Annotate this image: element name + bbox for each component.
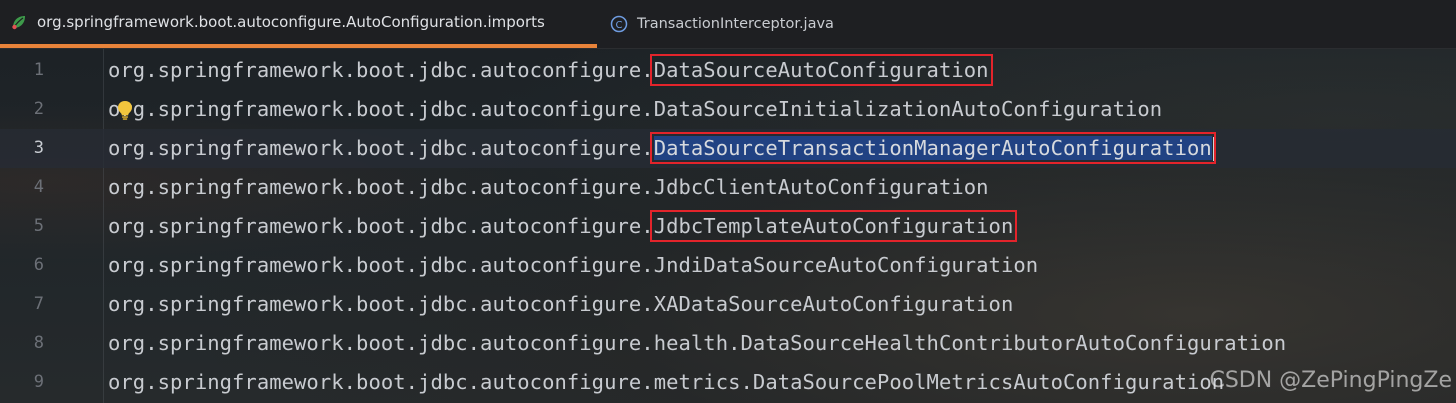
line-number: 3: [33, 138, 44, 158]
package-prefix: org.springframework.boot.jdbc.autoconfig…: [108, 214, 654, 238]
line-number: 7: [33, 294, 44, 314]
tab-label: TransactionInterceptor.java: [637, 16, 834, 32]
selected-class-name: DataSourceTransactionManagerAutoConfigur…: [649, 132, 1216, 164]
class-name: XADataSourceAutoConfiguration: [653, 292, 1014, 316]
lightbulb-icon[interactable]: [115, 99, 135, 121]
code-line[interactable]: 5 org.springframework.boot.jdbc.autoconf…: [0, 207, 1456, 246]
line-number: 5: [33, 216, 44, 236]
package-prefix: org.springframework.boot.jdbc.autoconfig…: [108, 97, 654, 121]
package-prefix: org.springframework.boot.jdbc.autoconfig…: [108, 58, 654, 82]
highlighted-class-name: JdbcTemplateAutoConfiguration: [649, 210, 1018, 242]
tab-transaction-interceptor[interactable]: C TransactionInterceptor.java: [598, 0, 860, 48]
package-prefix: org.springframework.boot.jdbc.autoconfig…: [108, 292, 654, 316]
line-number: 4: [33, 177, 44, 197]
code-text: org.springframework.boot.jdbc.autoconfig…: [108, 285, 1013, 324]
class-name: health.DataSourceHealthContributorAutoCo…: [653, 331, 1287, 355]
code-line[interactable]: 1 org.springframework.boot.jdbc.autoconf…: [0, 51, 1456, 90]
tab-label: org.springframework.boot.autoconfigure.A…: [37, 13, 545, 31]
line-number: 6: [33, 255, 44, 275]
ide-window: org.springframework.boot.autoconfigure.A…: [0, 0, 1456, 403]
text-caret: [1212, 137, 1215, 161]
class-name: JndiDataSourceAutoConfiguration: [653, 253, 1039, 277]
class-name: metrics.DataSourcePoolMetricsAutoConfigu…: [653, 370, 1225, 394]
code-line[interactable]: 4 org.springframework.boot.jdbc.autoconf…: [0, 168, 1456, 207]
code-line[interactable]: 2 org.springframework.boot.jdbc.autoconf…: [0, 90, 1456, 129]
code-line[interactable]: 8 org.springframework.boot.jdbc.autoconf…: [0, 324, 1456, 363]
code-line[interactable]: 6 org.springframework.boot.jdbc.autoconf…: [0, 246, 1456, 285]
svg-text:C: C: [616, 20, 623, 31]
editor-tab-bar: org.springframework.boot.autoconfigure.A…: [0, 0, 1456, 49]
code-editor[interactable]: 1 org.springframework.boot.jdbc.autoconf…: [0, 49, 1456, 403]
code-text: org.springframework.boot.jdbc.autoconfig…: [108, 363, 1224, 402]
package-prefix: org.springframework.boot.jdbc.autoconfig…: [108, 136, 654, 160]
line-number: 1: [33, 60, 44, 80]
package-prefix: org.springframework.boot.jdbc.autoconfig…: [108, 370, 654, 394]
code-line-current[interactable]: 3 org.springframework.boot.jdbc.autoconf…: [0, 129, 1456, 168]
tab-autoconfiguration-imports[interactable]: org.springframework.boot.autoconfigure.A…: [0, 0, 597, 48]
csdn-watermark: CSDN @ZePingPingZe: [1209, 368, 1452, 393]
code-line[interactable]: 7 org.springframework.boot.jdbc.autoconf…: [0, 285, 1456, 324]
highlighted-class-name: DataSourceAutoConfiguration: [649, 54, 993, 86]
package-prefix: org.springframework.boot.jdbc.autoconfig…: [108, 253, 654, 277]
code-text: org.springframework.boot.jdbc.autoconfig…: [108, 90, 1162, 129]
package-prefix: org.springframework.boot.jdbc.autoconfig…: [108, 331, 654, 355]
line-number: 8: [33, 333, 44, 353]
code-text: org.springframework.boot.jdbc.autoconfig…: [108, 246, 1038, 285]
line-number: 2: [33, 99, 44, 119]
package-prefix: org.springframework.boot.jdbc.autoconfig…: [108, 175, 654, 199]
code-text: org.springframework.boot.jdbc.autoconfig…: [108, 129, 1216, 168]
class-name: JdbcClientAutoConfiguration: [653, 175, 989, 199]
java-class-icon: C: [610, 15, 628, 33]
spring-leaf-icon: [12, 16, 25, 30]
class-name: DataSourceInitializationAutoConfiguratio…: [653, 97, 1163, 121]
code-text: org.springframework.boot.jdbc.autoconfig…: [108, 168, 989, 207]
code-text: org.springframework.boot.jdbc.autoconfig…: [108, 207, 1018, 246]
code-text: org.springframework.boot.jdbc.autoconfig…: [108, 324, 1286, 363]
line-number: 9: [33, 372, 44, 392]
code-text: org.springframework.boot.jdbc.autoconfig…: [108, 51, 993, 90]
